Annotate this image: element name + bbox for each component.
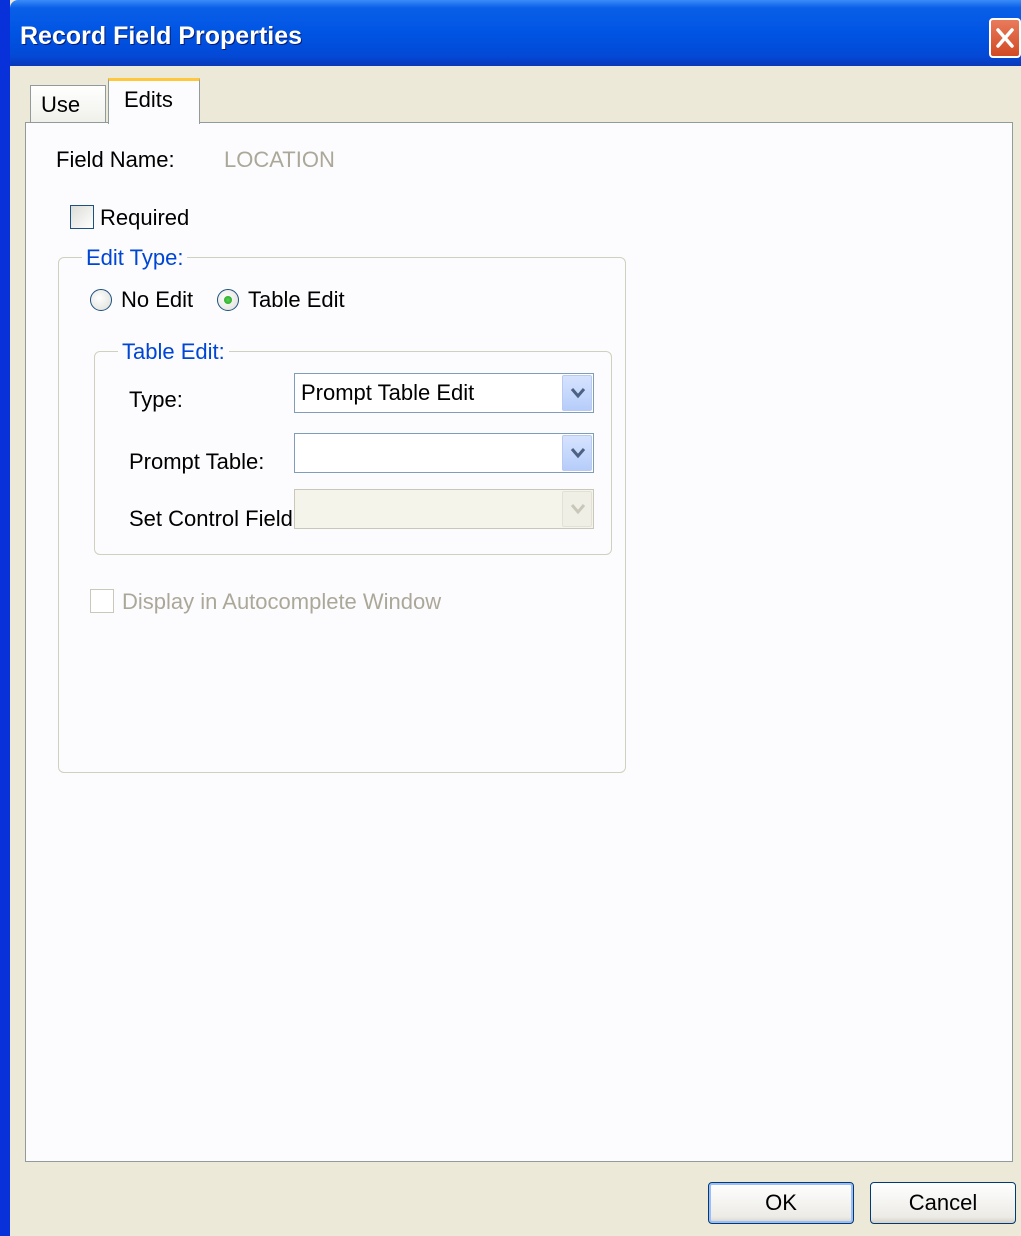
- set-control-field-dropdown: [294, 489, 594, 529]
- dialog-window: Record Field Properties Use Edits Field …: [0, 0, 1021, 1236]
- close-button[interactable]: [989, 18, 1021, 58]
- type-dropdown[interactable]: Prompt Table Edit: [294, 373, 594, 413]
- tab-edits[interactable]: Edits: [108, 78, 200, 124]
- prompt-table-dropdown[interactable]: [294, 433, 594, 473]
- prompt-table-dropdown-button[interactable]: [562, 435, 592, 471]
- cancel-button[interactable]: Cancel: [870, 1182, 1016, 1224]
- autocomplete-checkbox: [90, 589, 114, 613]
- required-checkbox[interactable]: [70, 205, 94, 229]
- autocomplete-label: Display in Autocomplete Window: [122, 589, 442, 614]
- title-bar[interactable]: Record Field Properties: [10, 0, 1021, 66]
- ok-button[interactable]: OK: [708, 1182, 854, 1224]
- field-name-value: LOCATION: [224, 143, 624, 179]
- type-dropdown-button[interactable]: [562, 375, 592, 411]
- table-edit-legend: Table Edit:: [118, 339, 229, 365]
- close-icon: [996, 28, 1014, 48]
- required-label[interactable]: Required: [100, 205, 189, 231]
- window-title: Record Field Properties: [20, 22, 303, 50]
- chevron-down-icon: [570, 448, 586, 459]
- prompt-table-label: Prompt Table:: [129, 449, 265, 474]
- type-dropdown-value: Prompt Table Edit: [301, 380, 475, 405]
- tab-edits-label: Edits: [124, 87, 173, 112]
- radio-selected-dot: [224, 296, 232, 304]
- tab-use[interactable]: Use: [30, 85, 106, 123]
- edit-type-legend: Edit Type:: [82, 245, 188, 271]
- chevron-down-icon: [570, 388, 586, 399]
- no-edit-label[interactable]: No Edit: [121, 287, 193, 313]
- set-control-field-dropdown-button: [562, 491, 592, 527]
- field-name-label: Field Name:: [56, 147, 175, 172]
- table-edit-label[interactable]: Table Edit: [248, 287, 345, 313]
- chevron-down-icon: [570, 504, 586, 515]
- edits-tab-panel: Field Name: LOCATION Required Edit Type:…: [25, 122, 1013, 1162]
- tab-use-label: Use: [41, 92, 81, 117]
- table-edit-radio[interactable]: [217, 289, 239, 311]
- type-label: Type:: [129, 387, 183, 412]
- no-edit-radio[interactable]: [90, 289, 112, 311]
- set-control-field-label: Set Control Field:: [129, 506, 299, 531]
